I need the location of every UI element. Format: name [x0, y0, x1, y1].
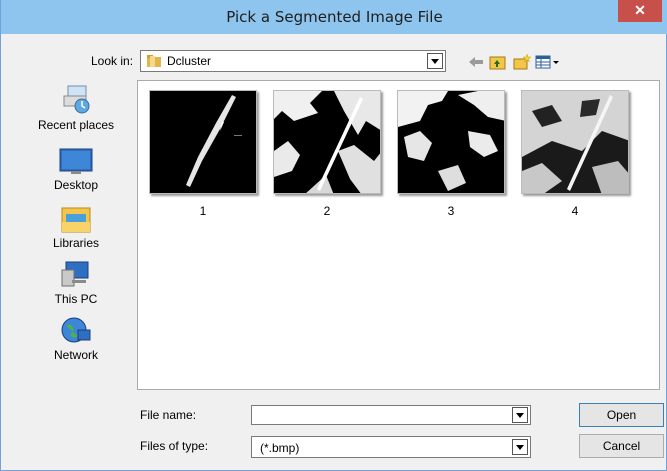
files-of-type-value: (*.bmp) [260, 441, 300, 455]
file-label: 4 [571, 204, 579, 218]
look-in-label: Look in: [91, 54, 134, 68]
file-dialog: Pick a Segmented Image File ✕ Look in: D… [0, 0, 667, 471]
place-label: Recent places [37, 118, 115, 132]
file-item-4[interactable]: 4 [521, 90, 633, 218]
file-item-1[interactable]: 1 [149, 90, 261, 218]
view-menu-icon[interactable] [535, 52, 563, 72]
look-in-combo[interactable]: Dcluster [140, 50, 446, 72]
back-arrow-icon[interactable] [466, 52, 486, 72]
new-folder-icon[interactable] [512, 52, 532, 72]
place-label: Network [53, 348, 98, 362]
file-label: 3 [447, 204, 455, 218]
file-label: 1 [199, 204, 207, 218]
thumbnail-image [521, 90, 629, 194]
thumbnail-image [273, 90, 381, 194]
chevron-down-icon[interactable] [512, 439, 528, 455]
place-libraries[interactable]: Libraries [28, 204, 124, 250]
place-this-pc[interactable]: This PC [28, 260, 124, 306]
file-item-2[interactable]: 2 [273, 90, 385, 218]
place-recent-places[interactable]: Recent places [28, 84, 124, 132]
up-folder-icon[interactable] [488, 52, 508, 72]
close-button[interactable]: ✕ [618, 0, 662, 22]
place-label: Desktop [53, 178, 99, 192]
this-pc-icon [61, 261, 89, 287]
desktop-icon [59, 148, 93, 174]
place-desktop[interactable]: Desktop [28, 148, 124, 192]
places-bar: Recent places Desktop Libraries This PC … [28, 80, 124, 390]
network-icon [61, 317, 91, 343]
libraries-icon [61, 207, 91, 233]
place-network[interactable]: Network [28, 316, 124, 362]
file-name-label: File name: [140, 408, 197, 422]
cancel-button[interactable]: Cancel [579, 434, 664, 458]
look-in-value: Dcluster [167, 54, 212, 68]
window-title: Pick a Segmented Image File [226, 8, 443, 26]
file-name-input[interactable] [251, 405, 531, 425]
open-button[interactable]: Open [579, 403, 664, 427]
thumbnail-image [149, 90, 257, 194]
chevron-down-icon[interactable] [512, 407, 528, 423]
file-list[interactable]: 1 2 3 4 [137, 80, 660, 390]
place-label: Libraries [52, 236, 100, 250]
file-item-3[interactable]: 3 [397, 90, 509, 218]
thumbnail-image [397, 90, 505, 194]
folder-icon [147, 55, 161, 67]
files-of-type-combo[interactable]: (*.bmp) [251, 436, 531, 458]
chevron-down-icon[interactable] [427, 53, 443, 69]
recent-places-icon [63, 85, 90, 114]
files-of-type-label: Files of type: [140, 439, 209, 453]
file-label: 2 [323, 204, 331, 218]
place-label: This PC [54, 292, 98, 306]
